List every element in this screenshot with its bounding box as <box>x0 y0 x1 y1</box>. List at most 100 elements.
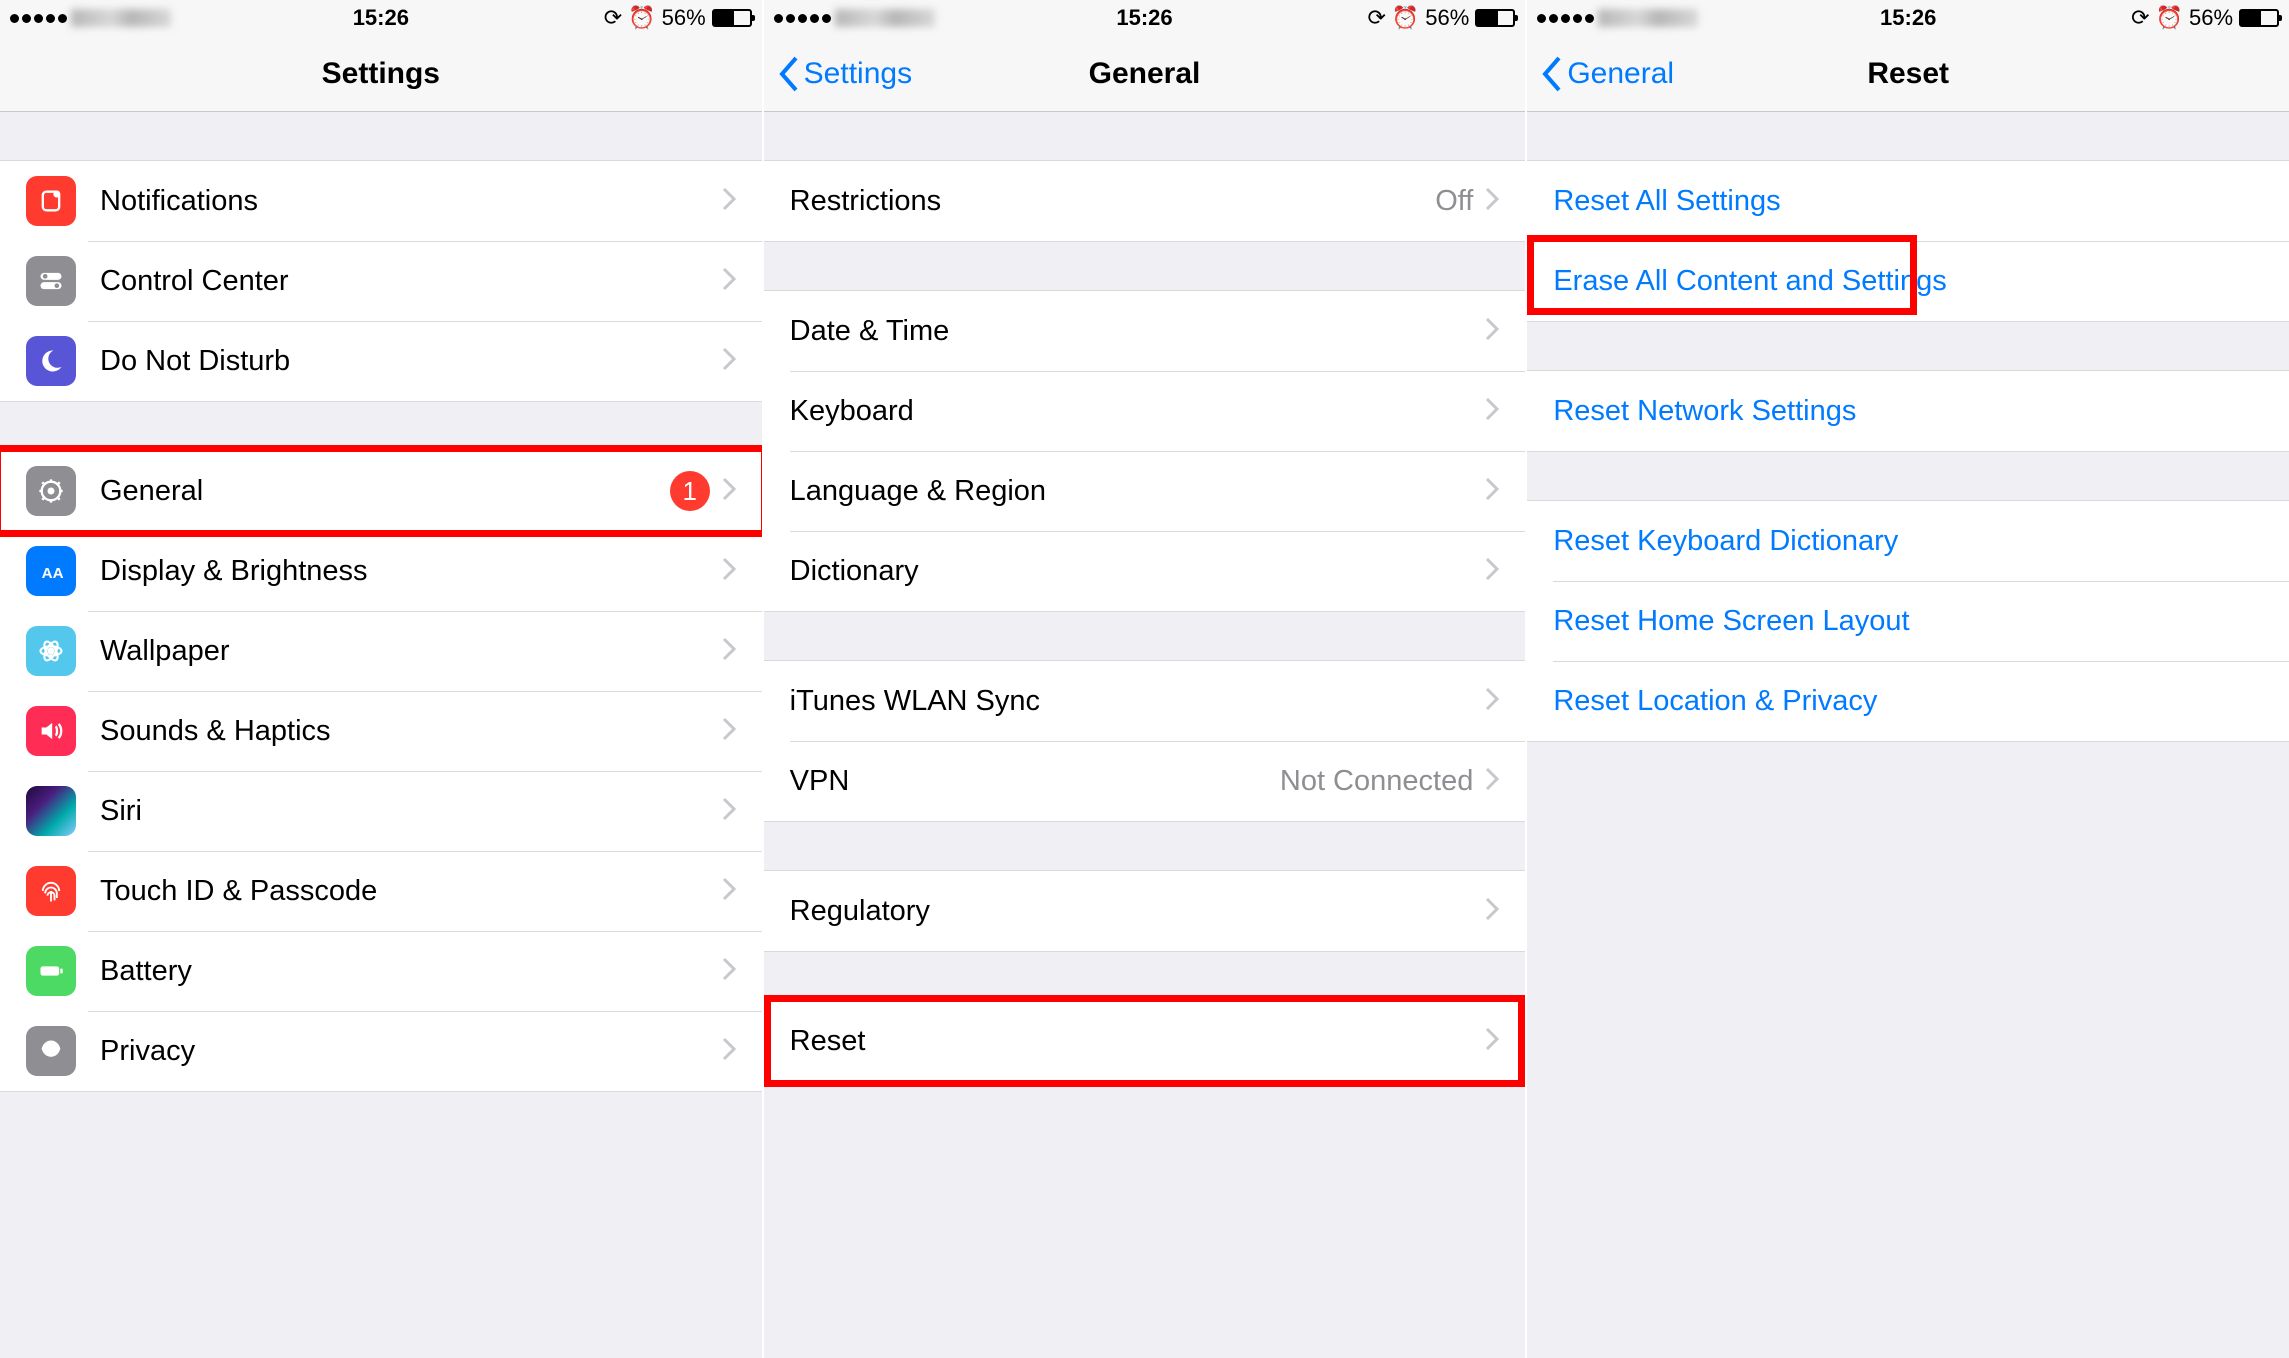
status-bar: 15:26 ⟳ ⏰ 56% <box>0 0 762 36</box>
battery-row-icon <box>26 946 76 996</box>
rotation-lock-icon: ⟳ <box>2131 5 2149 31</box>
chevron-icon <box>722 477 736 506</box>
reset-row-network[interactable]: Reset Network Settings <box>1527 371 2289 451</box>
row-label: Battery <box>100 955 722 988</box>
chevron-icon <box>1485 187 1499 216</box>
row-label: Keyboard <box>790 395 1486 428</box>
row-label: Erase All Content and Settings <box>1553 265 2263 298</box>
chevron-icon <box>1485 687 1499 716</box>
status-time: 15:26 <box>353 5 409 31</box>
settings-row-display[interactable]: AA Display & Brightness <box>0 531 762 611</box>
settings-row-sounds[interactable]: Sounds & Haptics <box>0 691 762 771</box>
general-row-vpn[interactable]: VPN Not Connected <box>764 741 1526 821</box>
row-label: Touch ID & Passcode <box>100 875 722 908</box>
row-label: Regulatory <box>790 895 1486 928</box>
chevron-icon <box>722 267 736 296</box>
signal-icon <box>774 14 831 23</box>
privacy-icon <box>26 1026 76 1076</box>
signal-icon <box>1537 14 1594 23</box>
siri-icon <box>26 786 76 836</box>
settings-row-siri[interactable]: Siri <box>0 771 762 851</box>
nav-bar: Settings General <box>764 36 1526 112</box>
page-title: General <box>1089 57 1201 91</box>
signal-icon <box>10 14 67 23</box>
row-label: Reset Location & Privacy <box>1553 685 2263 718</box>
settings-screen: 15:26 ⟳ ⏰ 56% Settings Notifications <box>0 0 764 1358</box>
general-row-restrictions[interactable]: Restrictions Off <box>764 161 1526 241</box>
row-label: Language & Region <box>790 475 1486 508</box>
badge: 1 <box>670 471 710 511</box>
settings-row-notifications[interactable]: Notifications <box>0 161 762 241</box>
row-label: General <box>100 475 670 508</box>
reset-row-erase-all[interactable]: Erase All Content and Settings <box>1527 241 2289 321</box>
rotation-lock-icon: ⟳ <box>1367 5 1385 31</box>
general-row-datetime[interactable]: Date & Time <box>764 291 1526 371</box>
alarm-icon: ⏰ <box>628 5 655 31</box>
settings-row-general[interactable]: General 1 <box>0 451 762 531</box>
battery-icon <box>2239 9 2279 27</box>
row-label: Siri <box>100 795 722 828</box>
general-row-dictionary[interactable]: Dictionary <box>764 531 1526 611</box>
moon-icon <box>26 336 76 386</box>
sounds-icon <box>26 706 76 756</box>
general-row-regulatory[interactable]: Regulatory <box>764 871 1526 951</box>
page-title: Reset <box>1867 57 1949 91</box>
back-button[interactable]: General <box>1541 55 1674 93</box>
display-icon: AA <box>26 546 76 596</box>
settings-row-privacy[interactable]: Privacy <box>0 1011 762 1091</box>
general-row-language[interactable]: Language & Region <box>764 451 1526 531</box>
row-label: Do Not Disturb <box>100 345 722 378</box>
reset-screen: 15:26 ⟳ ⏰ 56% General Reset Reset All Se… <box>1527 0 2289 1358</box>
fingerprint-icon <box>26 866 76 916</box>
status-bar: 15:26 ⟳ ⏰ 56% <box>764 0 1526 36</box>
row-label: Dictionary <box>790 555 1486 588</box>
wallpaper-icon <box>26 626 76 676</box>
chevron-icon <box>1485 557 1499 586</box>
back-button[interactable]: Settings <box>778 55 912 93</box>
reset-row-home-layout[interactable]: Reset Home Screen Layout <box>1527 581 2289 661</box>
row-label: iTunes WLAN Sync <box>790 685 1486 718</box>
reset-row-location-privacy[interactable]: Reset Location & Privacy <box>1527 661 2289 741</box>
battery-icon <box>1475 9 1515 27</box>
chevron-icon <box>722 347 736 376</box>
status-time: 15:26 <box>1116 5 1172 31</box>
row-label: Restrictions <box>790 185 1436 218</box>
general-row-reset[interactable]: Reset <box>764 1001 1526 1081</box>
row-label: Display & Brightness <box>100 555 722 588</box>
row-label: Reset <box>790 1025 1486 1058</box>
reset-row-keyboard-dict[interactable]: Reset Keyboard Dictionary <box>1527 501 2289 581</box>
general-row-itunes-sync[interactable]: iTunes WLAN Sync <box>764 661 1526 741</box>
chevron-icon <box>722 637 736 666</box>
chevron-icon <box>1485 477 1499 506</box>
row-value: Not Connected <box>1280 765 1473 798</box>
settings-row-touchid[interactable]: Touch ID & Passcode <box>0 851 762 931</box>
nav-bar: Settings <box>0 36 762 112</box>
row-label: Sounds & Haptics <box>100 715 722 748</box>
control-center-icon <box>26 256 76 306</box>
row-label: Date & Time <box>790 315 1486 348</box>
settings-row-battery[interactable]: Battery <box>0 931 762 1011</box>
settings-row-wallpaper[interactable]: Wallpaper <box>0 611 762 691</box>
battery-percent: 56% <box>2189 5 2233 31</box>
chevron-icon <box>722 187 736 216</box>
row-label: Notifications <box>100 185 722 218</box>
row-label: Privacy <box>100 1035 722 1068</box>
row-label: Control Center <box>100 265 722 298</box>
row-label: Reset All Settings <box>1553 185 2263 218</box>
row-value: Off <box>1435 185 1473 218</box>
page-title: Settings <box>322 57 440 91</box>
reset-row-all-settings[interactable]: Reset All Settings <box>1527 161 2289 241</box>
alarm-icon: ⏰ <box>2156 5 2183 31</box>
settings-row-control-center[interactable]: Control Center <box>0 241 762 321</box>
settings-row-dnd[interactable]: Do Not Disturb <box>0 321 762 401</box>
carrier-name <box>835 9 935 27</box>
back-label: Settings <box>804 57 912 91</box>
chevron-icon <box>722 957 736 986</box>
chevron-icon <box>1485 317 1499 346</box>
general-row-keyboard[interactable]: Keyboard <box>764 371 1526 451</box>
battery-percent: 56% <box>662 5 706 31</box>
row-label: VPN <box>790 765 1280 798</box>
battery-icon <box>712 9 752 27</box>
chevron-icon <box>722 877 736 906</box>
status-time: 15:26 <box>1880 5 1936 31</box>
